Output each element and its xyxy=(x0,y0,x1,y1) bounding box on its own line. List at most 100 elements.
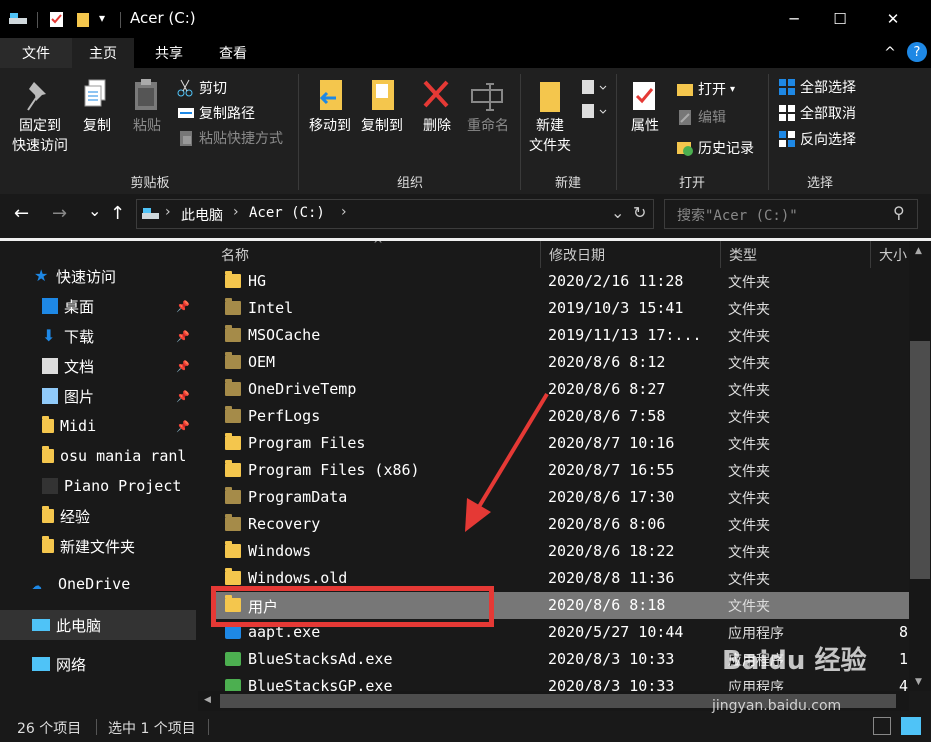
file-row[interactable]: Windows 2020/8/6 18:22 文件夹 xyxy=(213,538,909,565)
collapse-ribbon-icon[interactable]: ^ xyxy=(878,38,902,68)
file-row[interactable]: 用户 2020/8/6 8:18 文件夹 xyxy=(213,592,909,619)
nav-midi[interactable]: Midi 📌 xyxy=(0,411,198,441)
recent-locations-button[interactable]: ⌄ xyxy=(88,201,101,220)
file-row[interactable]: MSOCache 2019/11/13 17:... 文件夹 xyxy=(213,322,909,349)
qa-dropdown-icon[interactable]: ▾ xyxy=(99,11,105,25)
file-row[interactable]: OneDriveTemp 2020/8/6 8:27 文件夹 xyxy=(213,376,909,403)
file-row[interactable]: BlueStacksAd.exe 2020/8/3 10:33 应用程序 1,8 xyxy=(213,646,909,673)
large-icons-view-icon[interactable] xyxy=(901,717,921,735)
breadcrumb-separator[interactable]: › xyxy=(341,204,347,220)
pin-icon[interactable]: 📌 xyxy=(176,360,190,373)
select-all-label: 全部选择 xyxy=(800,80,856,96)
tab-file[interactable]: 文件 xyxy=(0,38,72,68)
file-row[interactable]: PerfLogs 2020/8/6 7:58 文件夹 xyxy=(213,403,909,430)
pin-icon[interactable]: 📌 xyxy=(176,420,190,433)
address-bar[interactable]: › 此电脑 › Acer (C:) › ⌄ ↻ xyxy=(136,199,654,229)
open-button[interactable]: 打开 ▾ xyxy=(676,77,735,101)
nav-quick-access[interactable]: ★ 快速访问 xyxy=(0,261,198,291)
pin-to-quick-access-button[interactable]: 固定到 快速访问 xyxy=(6,78,74,156)
tab-share[interactable]: 共享 xyxy=(140,38,198,68)
breadcrumb-drive[interactable]: Acer (C:) xyxy=(249,205,325,221)
file-type: 文件夹 xyxy=(728,329,770,345)
cut-button[interactable]: 剪切 xyxy=(177,76,227,100)
nav-this-pc[interactable]: 此电脑 xyxy=(0,610,196,640)
file-name: Windows.old xyxy=(248,569,348,587)
nav-downloads[interactable]: ⬇ 下载 📌 xyxy=(0,321,198,351)
help-icon[interactable]: ? xyxy=(907,42,927,62)
details-view-icon[interactable] xyxy=(873,717,891,735)
paste-shortcut-button[interactable]: 粘贴快捷方式 xyxy=(177,126,283,150)
breadcrumb-separator[interactable]: › xyxy=(233,204,239,220)
folder-icon xyxy=(225,541,241,558)
properties-qa-icon[interactable] xyxy=(49,10,65,28)
search-box[interactable]: 搜索"Acer (C:)" ⚲ xyxy=(664,199,918,229)
pin-icon[interactable]: 📌 xyxy=(176,300,190,313)
search-icon[interactable]: ⚲ xyxy=(893,203,905,222)
minimize-button[interactable]: ─ xyxy=(771,0,817,38)
folder-icon xyxy=(225,568,241,585)
scroll-up-icon[interactable]: ▲ xyxy=(915,246,922,256)
scroll-left-icon[interactable]: ◀ xyxy=(204,695,211,705)
pin-icon[interactable]: 📌 xyxy=(176,390,190,403)
nav-pictures[interactable]: 图片 📌 xyxy=(0,381,198,411)
nav-label: Midi xyxy=(60,417,97,435)
rename-button[interactable]: 重命名 xyxy=(462,78,514,136)
vertical-scrollbar[interactable]: ▲ ▼ xyxy=(909,241,931,691)
invert-selection-button[interactable]: 反向选择 xyxy=(778,127,856,151)
copy-button[interactable]: 复制 xyxy=(76,78,118,136)
file-row[interactable]: Windows.old 2020/8/8 11:36 文件夹 xyxy=(213,565,909,592)
move-to-button[interactable]: 移动到 xyxy=(304,78,356,136)
tab-home[interactable]: 主页 xyxy=(72,38,134,68)
nav-documents[interactable]: 文档 📌 xyxy=(0,351,198,381)
forward-button[interactable]: → xyxy=(52,203,67,224)
column-header-name[interactable]: 名称 xyxy=(213,241,541,268)
file-row[interactable]: Recovery 2020/8/6 8:06 文件夹 xyxy=(213,511,909,538)
delete-button[interactable]: 删除 xyxy=(416,78,458,136)
up-button[interactable]: ↑ xyxy=(110,203,125,224)
nav-jingyan[interactable]: 经验 xyxy=(0,501,198,531)
column-header-type[interactable]: 类型 xyxy=(721,241,871,268)
refresh-icon[interactable]: ↻ xyxy=(633,203,646,222)
file-row[interactable]: Program Files 2020/8/7 10:16 文件夹 xyxy=(213,430,909,457)
new-folder-button[interactable]: 新建 文件夹 xyxy=(524,78,576,156)
paste-button[interactable]: 粘贴 xyxy=(126,78,168,136)
new-item-icon[interactable] xyxy=(580,78,610,96)
file-row[interactable]: OEM 2020/8/6 8:12 文件夹 xyxy=(213,349,909,376)
breadcrumb-this-pc[interactable]: 此电脑 xyxy=(181,205,223,225)
tab-view[interactable]: 查看 xyxy=(204,38,262,68)
new-folder-qa-icon[interactable] xyxy=(76,10,90,28)
scroll-down-icon[interactable]: ▼ xyxy=(915,677,922,687)
select-none-button[interactable]: 全部取消 xyxy=(778,101,856,125)
nav-onedrive[interactable]: ☁ OneDrive xyxy=(0,569,198,599)
vertical-scroll-thumb[interactable] xyxy=(910,341,930,579)
pin-icon[interactable]: 📌 xyxy=(176,330,190,343)
close-button[interactable]: ✕ xyxy=(863,0,923,38)
file-row[interactable]: ProgramData 2020/8/6 17:30 文件夹 xyxy=(213,484,909,511)
back-button[interactable]: ← xyxy=(14,203,29,224)
address-dropdown-icon[interactable]: ⌄ xyxy=(611,203,624,222)
column-header-modified[interactable]: 修改日期 xyxy=(541,241,721,268)
folder-icon xyxy=(225,460,241,477)
easy-access-icon[interactable] xyxy=(580,102,610,120)
maximize-button[interactable]: ☐ xyxy=(817,0,863,38)
nav-network[interactable]: 网络 xyxy=(0,649,198,679)
file-row[interactable]: aapt.exe 2020/5/27 10:44 应用程序 8 xyxy=(213,619,909,646)
file-row[interactable]: BlueStacksGP.exe 2020/8/3 10:33 应用程序 4,9 xyxy=(213,673,909,691)
nav-osu[interactable]: osu mania ranl xyxy=(0,441,198,471)
column-header-size[interactable]: 大小 xyxy=(871,241,909,268)
horizontal-scroll-thumb[interactable] xyxy=(220,694,896,708)
horizontal-scrollbar[interactable]: ◀ xyxy=(198,691,909,711)
file-row[interactable]: Intel 2019/10/3 15:41 文件夹 xyxy=(213,295,909,322)
select-all-button[interactable]: 全部选择 xyxy=(778,75,856,99)
file-row[interactable]: HG 2020/2/16 11:28 文件夹 xyxy=(213,268,909,295)
copy-to-button[interactable]: 复制到 xyxy=(356,78,408,136)
edit-button[interactable]: 编辑 xyxy=(676,105,726,129)
copy-path-button[interactable]: 复制路径 xyxy=(177,101,255,125)
nav-desktop[interactable]: 桌面 📌 xyxy=(0,291,198,321)
clipboard-group-label: 剪贴板 xyxy=(130,176,170,191)
properties-button[interactable]: 属性 xyxy=(622,78,668,136)
file-row[interactable]: Program Files (x86) 2020/8/7 16:55 文件夹 xyxy=(213,457,909,484)
nav-new-folder[interactable]: 新建文件夹 xyxy=(0,531,198,561)
history-button[interactable]: 历史记录 xyxy=(676,136,754,160)
nav-piano[interactable]: Piano Project xyxy=(0,471,198,501)
